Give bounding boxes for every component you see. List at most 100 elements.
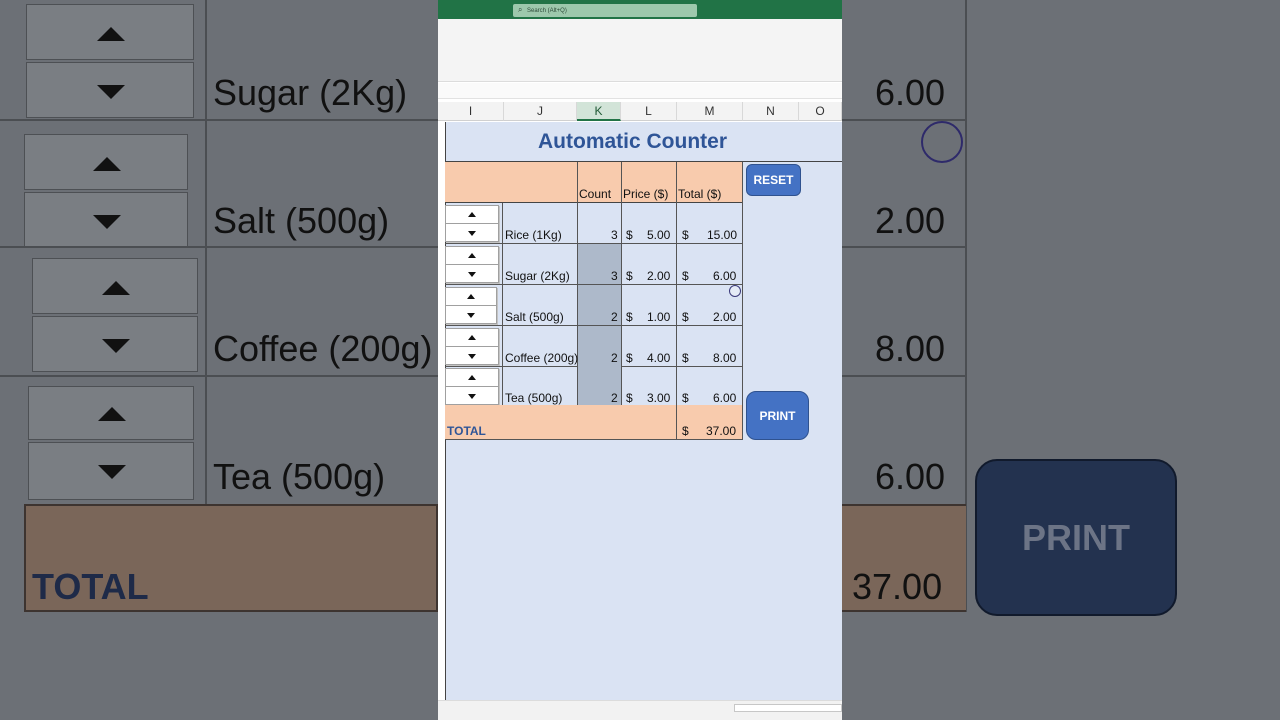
column-header-n[interactable]: N <box>743 102 799 121</box>
bg-total-value: 37.00 <box>852 566 943 607</box>
grid-line <box>577 162 578 203</box>
currency-symbol: $ <box>626 391 633 405</box>
grid-line <box>577 285 578 325</box>
grid-line <box>742 244 743 284</box>
spinner-up-button[interactable] <box>446 206 498 224</box>
spinner-down-button[interactable] <box>446 224 498 242</box>
spinner-control[interactable] <box>445 328 499 365</box>
column-header-i[interactable]: I <box>438 102 504 121</box>
item-count[interactable]: 2 <box>611 391 618 405</box>
title-cell[interactable]: Automatic Counter <box>445 122 842 162</box>
spinner-up-button[interactable] <box>446 247 498 265</box>
item-name[interactable]: Tea (500g) <box>505 391 562 405</box>
item-total[interactable]: 15.00 <box>707 228 737 242</box>
grid-line <box>742 203 743 243</box>
print-button[interactable]: PRINT <box>746 391 809 440</box>
bg-item-label: Coffee (200g) <box>213 328 433 369</box>
spinner-up-button[interactable] <box>446 288 496 306</box>
bg-spin-down-4 <box>28 442 194 500</box>
table-row: Tea (500g) 2 $ 3.00 $ 6.00 <box>445 366 743 407</box>
item-count[interactable]: 2 <box>611 310 618 324</box>
header-count[interactable]: Count <box>579 187 611 201</box>
reset-button[interactable]: RESET <box>746 164 801 196</box>
currency-symbol: $ <box>626 269 633 283</box>
item-name[interactable]: Salt (500g) <box>505 310 564 324</box>
bg-cursor-icon <box>921 121 963 163</box>
bg-down-arrow-icon <box>102 339 130 353</box>
bg-up-arrow-icon <box>97 27 125 41</box>
spinner-down-button[interactable] <box>446 306 496 324</box>
bg-total-label: TOTAL <box>32 566 149 607</box>
grid-line <box>502 366 503 406</box>
item-price[interactable]: 5.00 <box>647 228 670 242</box>
down-arrow-icon <box>467 312 475 318</box>
item-count[interactable]: 3 <box>611 228 618 242</box>
item-price[interactable]: 3.00 <box>647 391 670 405</box>
currency-symbol: $ <box>682 269 689 283</box>
column-header-o[interactable]: O <box>799 102 842 121</box>
bg-grid-line <box>842 119 966 121</box>
column-header-l[interactable]: L <box>621 102 677 121</box>
bg-grid-line <box>0 246 438 248</box>
bg-spin-up-4 <box>28 386 194 440</box>
down-arrow-icon <box>468 230 476 236</box>
horizontal-scrollbar[interactable]: ◂ <box>438 700 842 720</box>
scrollbar-thumb[interactable] <box>734 704 842 712</box>
item-price[interactable]: 2.00 <box>647 269 670 283</box>
item-price[interactable]: 1.00 <box>647 310 670 324</box>
item-count[interactable]: 3 <box>611 269 618 283</box>
item-total[interactable]: 2.00 <box>713 310 736 324</box>
spinner-down-button[interactable] <box>446 387 498 405</box>
item-name[interactable]: Coffee (200g) <box>505 351 578 365</box>
grid-line <box>742 405 743 440</box>
item-total[interactable]: 6.00 <box>713 391 736 405</box>
grid-line <box>676 244 677 284</box>
grid-line <box>621 366 622 406</box>
up-arrow-icon <box>468 375 476 380</box>
grid-line <box>502 326 503 366</box>
item-count[interactable]: 2 <box>611 351 618 365</box>
table-row: Sugar (2Kg) 3 $ 2.00 $ 6.00 <box>445 244 743 285</box>
spinner-control[interactable] <box>445 287 497 324</box>
excel-window: ⌕ Search (Alt+Q) I J K L M N O Automatic… <box>438 0 842 720</box>
bg-value: 8.00 <box>875 328 946 369</box>
spinner-up-button[interactable] <box>446 329 498 347</box>
spinner-control[interactable] <box>445 246 499 283</box>
currency-symbol: $ <box>682 310 689 324</box>
grid-line <box>742 366 743 406</box>
spinner-up-button[interactable] <box>446 369 498 387</box>
bg-spin-up-3 <box>32 258 198 314</box>
total-label-cell[interactable]: TOTAL <box>445 405 677 439</box>
currency-symbol: $ <box>626 351 633 365</box>
bg-spin-down-2 <box>24 192 188 248</box>
item-name[interactable]: Rice (1Kg) <box>505 228 562 242</box>
bg-up-arrow-icon <box>98 407 126 421</box>
search-box[interactable]: ⌕ Search (Alt+Q) <box>513 4 697 17</box>
item-name[interactable]: Sugar (2Kg) <box>505 269 570 283</box>
formula-bar[interactable] <box>438 83 842 99</box>
spinner-control[interactable] <box>445 205 499 242</box>
column-header-j[interactable]: J <box>504 102 577 121</box>
currency-symbol: $ <box>626 310 633 324</box>
bg-value: 6.00 <box>875 456 946 497</box>
grand-total-cell[interactable]: $ 37.00 <box>677 405 743 439</box>
column-header-m[interactable]: M <box>677 102 743 121</box>
bg-total-value-cell: 37.00 <box>842 504 966 612</box>
grid-line <box>621 244 622 284</box>
item-price[interactable]: 4.00 <box>647 351 670 365</box>
down-arrow-icon <box>468 393 476 399</box>
spinner-down-button[interactable] <box>446 347 498 365</box>
currency-symbol: $ <box>682 391 689 405</box>
grid-line <box>502 244 503 284</box>
item-total[interactable]: 8.00 <box>713 351 736 365</box>
column-header-k[interactable]: K <box>577 102 621 121</box>
spinner-down-button[interactable] <box>446 265 498 283</box>
grid-line <box>676 366 677 406</box>
grid-line <box>577 203 578 243</box>
header-price[interactable]: Price ($) <box>623 187 668 201</box>
spinner-control[interactable] <box>445 368 499 405</box>
header-total[interactable]: Total ($) <box>678 187 721 201</box>
item-total[interactable]: 6.00 <box>713 269 736 283</box>
up-arrow-icon <box>467 294 475 299</box>
down-arrow-icon <box>468 271 476 277</box>
